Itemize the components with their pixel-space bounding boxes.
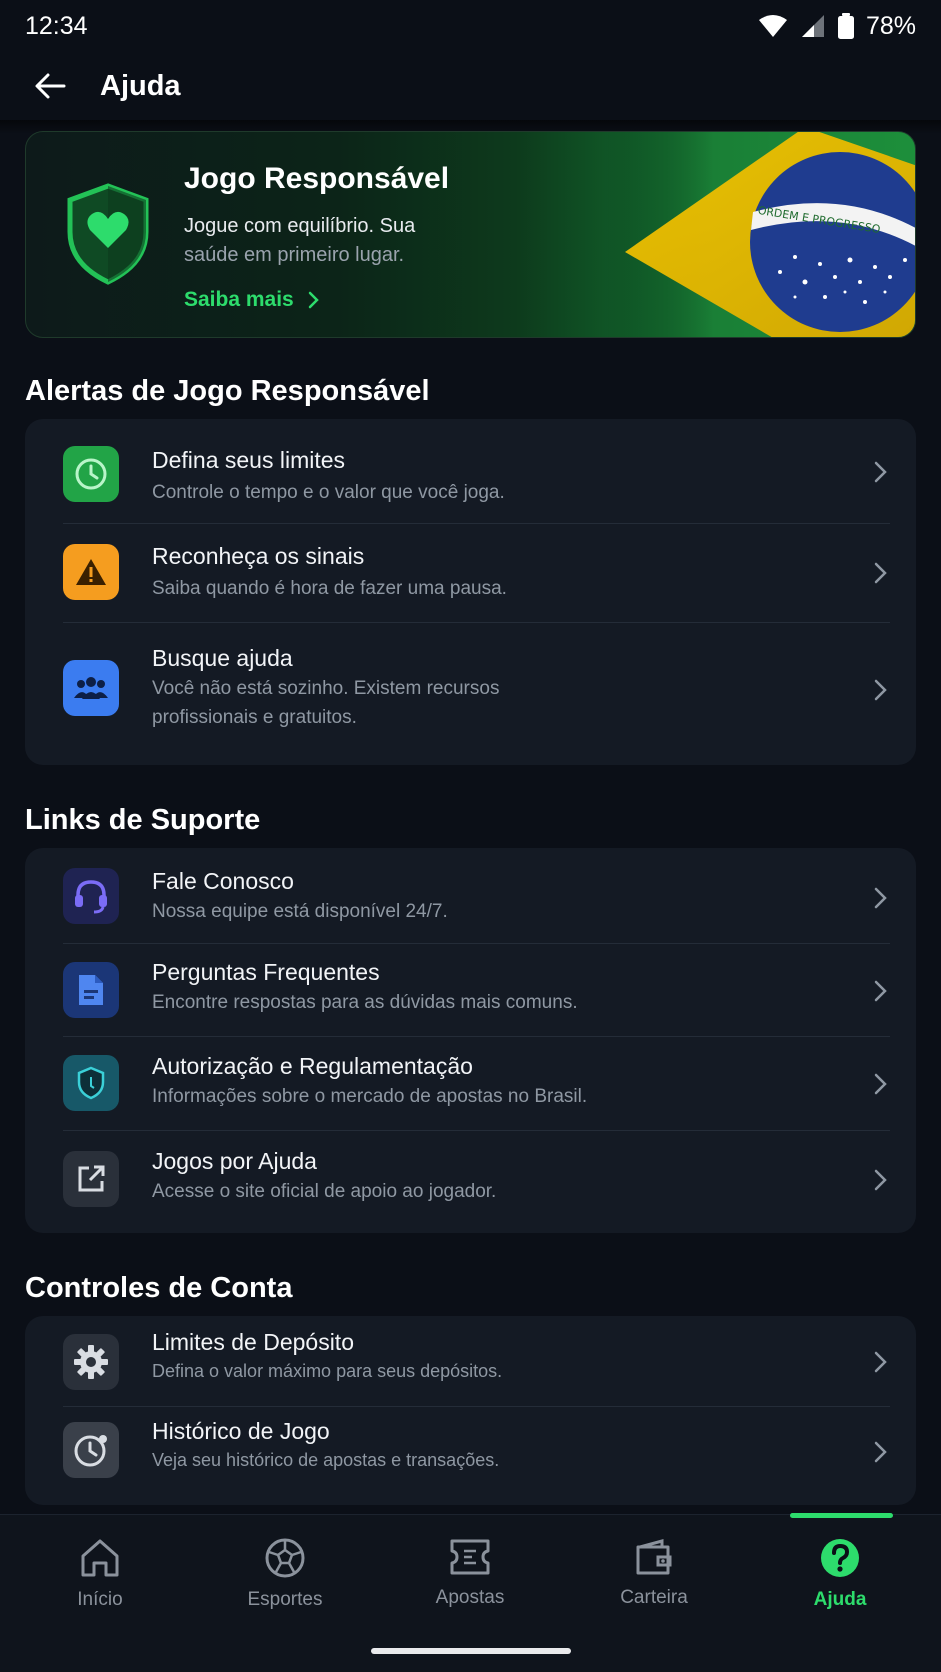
item-subtitle: Nossa equipe está disponível 24/7. <box>152 901 448 922</box>
list-item-seek-help[interactable]: Busque ajuda Você não está sozinho. Exis… <box>25 623 916 765</box>
status-time: 12:34 <box>25 11 88 40</box>
signal-icon <box>801 15 824 37</box>
learn-more-link[interactable]: Saiba mais <box>184 288 474 312</box>
nav-label: Apostas <box>435 1587 505 1608</box>
list-item-faq[interactable]: Perguntas Frequentes Encontre respostas … <box>25 944 916 1037</box>
warning-icon <box>63 544 119 600</box>
external-link-icon <box>63 1151 119 1207</box>
headset-icon <box>63 868 119 924</box>
page-title: Ajuda <box>100 69 181 102</box>
chevron-right-icon <box>308 291 319 309</box>
gear-icon <box>63 1334 119 1390</box>
chevron-right-icon <box>874 980 887 1002</box>
item-subtitle-line1: Você não está sozinho. Existem recursos <box>152 678 500 699</box>
arrow-left-icon <box>35 73 66 99</box>
banner-subtitle-line1: Jogue com equilíbrio. Sua <box>184 215 416 237</box>
item-title: Jogos por Ajuda <box>152 1148 317 1174</box>
item-subtitle: Saiba quando é hora de fazer uma pausa. <box>152 578 507 599</box>
nav-label: Ajuda <box>813 1589 867 1610</box>
item-subtitle: Defina o valor máximo para seus depósito… <box>152 1361 503 1381</box>
list-item-game-history[interactable]: Histórico de Jogo Veja seu histórico de … <box>25 1407 916 1505</box>
account-card: Limites de Depósito Defina o valor máxim… <box>25 1316 916 1505</box>
status-bar: 12:34 78% <box>0 0 941 52</box>
status-icons: 78% <box>758 12 916 41</box>
learn-more-label: Saiba mais <box>184 288 294 311</box>
item-title: Defina seus limites <box>152 447 346 473</box>
document-icon <box>63 962 119 1018</box>
alerts-section-title: Alertas de Jogo Responsável <box>25 375 430 407</box>
chevron-right-icon <box>874 679 887 701</box>
chevron-right-icon <box>874 461 887 483</box>
chevron-right-icon <box>874 1351 887 1373</box>
item-title: Perguntas Frequentes <box>152 959 380 985</box>
app-header: Ajuda <box>0 52 941 120</box>
home-icon <box>81 1539 119 1577</box>
nav-tab-wallet[interactable]: Carteira <box>579 1537 729 1609</box>
chevron-right-icon <box>874 1441 887 1463</box>
chevron-right-icon <box>874 1073 887 1095</box>
support-section-title: Links de Suporte <box>25 804 261 836</box>
list-item-gambling-help[interactable]: Jogos por Ajuda Acesse o site oficial de… <box>25 1131 916 1233</box>
banner-title: Jogo Responsável <box>184 162 450 195</box>
battery-percent: 78% <box>865 11 916 40</box>
item-title: Histórico de Jogo <box>152 1418 330 1444</box>
nav-label: Carteira <box>620 1587 688 1608</box>
battery-icon <box>837 13 854 39</box>
shield-heart-icon <box>67 183 149 285</box>
nav-tab-bets[interactable]: Apostas <box>395 1537 545 1609</box>
history-icon <box>63 1422 119 1478</box>
item-subtitle: Informações sobre o mercado de apostas n… <box>152 1086 588 1107</box>
support-card: Fale Conosco Nossa equipe está disponíve… <box>25 848 916 1233</box>
group-icon <box>63 660 119 716</box>
ticket-icon <box>450 1539 490 1575</box>
list-item-set-limits[interactable]: Defina seus limites Controle o tempo e o… <box>25 419 916 524</box>
shield-icon <box>63 1055 119 1111</box>
item-title: Busque ajuda <box>152 645 293 671</box>
clock-icon <box>63 446 119 502</box>
item-title: Autorização e Regulamentação <box>152 1053 473 1079</box>
item-subtitle: Você não está sozinho. Existem recursos … <box>152 674 499 732</box>
responsible-gaming-banner[interactable]: ORDEM E PROGRESSO Jogo Responsável Jogue… <box>25 131 916 338</box>
list-item-contact-us[interactable]: Fale Conosco Nossa equipe está disponíve… <box>25 848 916 944</box>
list-item-recognize-signs[interactable]: Reconheça os sinais Saiba quando é hora … <box>25 524 916 622</box>
chevron-right-icon <box>874 1169 887 1191</box>
item-title: Fale Conosco <box>152 868 294 894</box>
wallet-icon <box>636 1539 672 1575</box>
item-subtitle: Controle o tempo e o valor que você joga… <box>152 482 505 503</box>
item-subtitle: Veja seu histórico de apostas e transaçõ… <box>152 1450 500 1470</box>
item-title: Reconheça os sinais <box>152 543 365 569</box>
nav-label: Esportes <box>247 1589 323 1610</box>
nav-label: Início <box>77 1589 123 1610</box>
banner-subtitle: Jogue com equilíbrio. Sua saúde em prime… <box>184 212 474 270</box>
ball-icon <box>265 1538 305 1578</box>
home-indicator[interactable] <box>371 1648 571 1654</box>
item-subtitle-line2: profissionais e gratuitos. <box>152 707 357 728</box>
nav-tab-home[interactable]: Início <box>25 1537 175 1611</box>
help-icon <box>821 1539 859 1577</box>
banner-subtitle-line2: saúde em primeiro lugar. <box>184 244 405 266</box>
list-item-deposit-limits[interactable]: Limites de Depósito Defina o valor máxim… <box>25 1316 916 1407</box>
back-button[interactable] <box>30 66 70 106</box>
chevron-right-icon <box>874 562 887 584</box>
banner-content: Jogo Responsável Jogue com equilíbrio. S… <box>184 162 474 312</box>
app-screen: 12:34 78% Ajuda ORDEM E PROGRESSO Jogo R… <box>0 0 941 1672</box>
item-subtitle: Acesse o site oficial de apoio ao jogado… <box>152 1181 497 1202</box>
alerts-card: Defina seus limites Controle o tempo e o… <box>25 419 916 765</box>
nav-tab-help[interactable]: Ajuda <box>765 1537 915 1611</box>
brazil-flag-image: ORDEM E PROGRESSO <box>605 132 915 337</box>
active-tab-indicator <box>790 1513 893 1518</box>
account-section-title: Controles de Conta <box>25 1272 293 1304</box>
chevron-right-icon <box>874 887 887 909</box>
wifi-icon <box>758 15 787 37</box>
item-title: Limites de Depósito <box>152 1329 354 1355</box>
nav-tab-sports[interactable]: Esportes <box>210 1537 360 1611</box>
item-subtitle: Encontre respostas para as dúvidas mais … <box>152 992 578 1013</box>
list-item-authorization[interactable]: Autorização e Regulamentação Informações… <box>25 1037 916 1131</box>
